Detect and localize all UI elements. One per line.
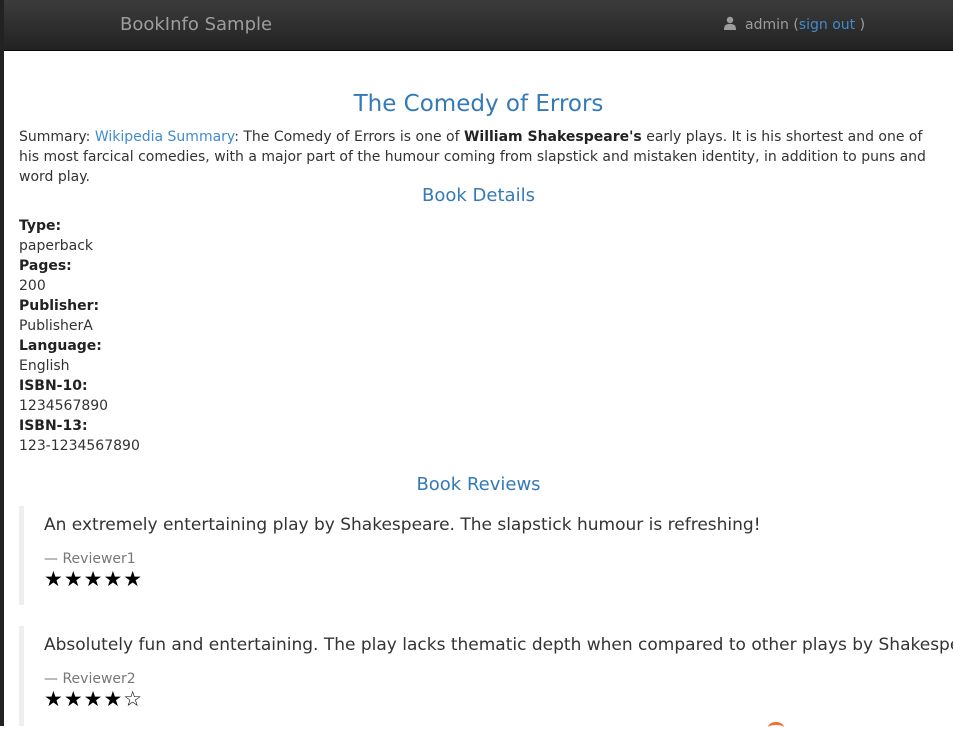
detail-value: 1234567890: [19, 398, 109, 414]
reviewer-name: — Reviewer1: [44, 551, 136, 567]
user-area: admin (sign out ): [723, 16, 865, 33]
summary-mid: : The Comedy of Errors is one of: [234, 129, 464, 145]
detail-label: Language:: [19, 338, 102, 354]
summary-bold: William Shakespeare's: [463, 129, 642, 145]
review-card: An extremely entertaining play by Shakes…: [19, 506, 953, 605]
star-rating: ★★★★☆: [44, 687, 144, 711]
detail-value: 200: [19, 278, 46, 294]
book-title: The Comedy of Errors: [353, 91, 604, 117]
navbar: BookInfo Sample admin (sign out ): [4, 0, 953, 51]
review-text: Absolutely fun and entertaining. The pla…: [44, 635, 953, 655]
detail-label: Pages:: [19, 258, 72, 274]
detail-value: PublisherA: [19, 318, 93, 334]
sign-out-link[interactable]: sign out: [799, 17, 855, 33]
review-text: An extremely entertaining play by Shakes…: [44, 515, 761, 535]
user-icon: [724, 16, 736, 30]
brand-link[interactable]: BookInfo Sample: [120, 14, 272, 35]
detail-label: ISBN-10:: [19, 378, 88, 394]
reviews-heading: Book Reviews: [416, 474, 541, 495]
username: admin: [745, 17, 789, 33]
partial-orange-icon: [768, 722, 784, 733]
summary: Summary: Wikipedia Summary: The Comedy o…: [19, 127, 939, 187]
details-heading: Book Details: [422, 185, 535, 206]
detail-label: Publisher:: [19, 298, 100, 314]
star-rating: ★★★★★: [44, 567, 144, 591]
detail-label: Type:: [19, 218, 62, 234]
reviewer-name: — Reviewer2: [44, 671, 136, 687]
book-details: Type: paperback Pages: 200 Publisher: Pu…: [19, 216, 140, 456]
summary-prefix: Summary:: [19, 129, 95, 145]
review-card: Absolutely fun and entertaining. The pla…: [19, 626, 953, 726]
detail-value: paperback: [19, 238, 93, 254]
detail-label: ISBN-13:: [19, 418, 88, 434]
detail-value: 123-1234567890: [19, 438, 140, 454]
wikipedia-summary-link[interactable]: Wikipedia Summary: [95, 129, 234, 145]
close-paren: ): [859, 17, 866, 33]
detail-value: English: [19, 358, 70, 374]
